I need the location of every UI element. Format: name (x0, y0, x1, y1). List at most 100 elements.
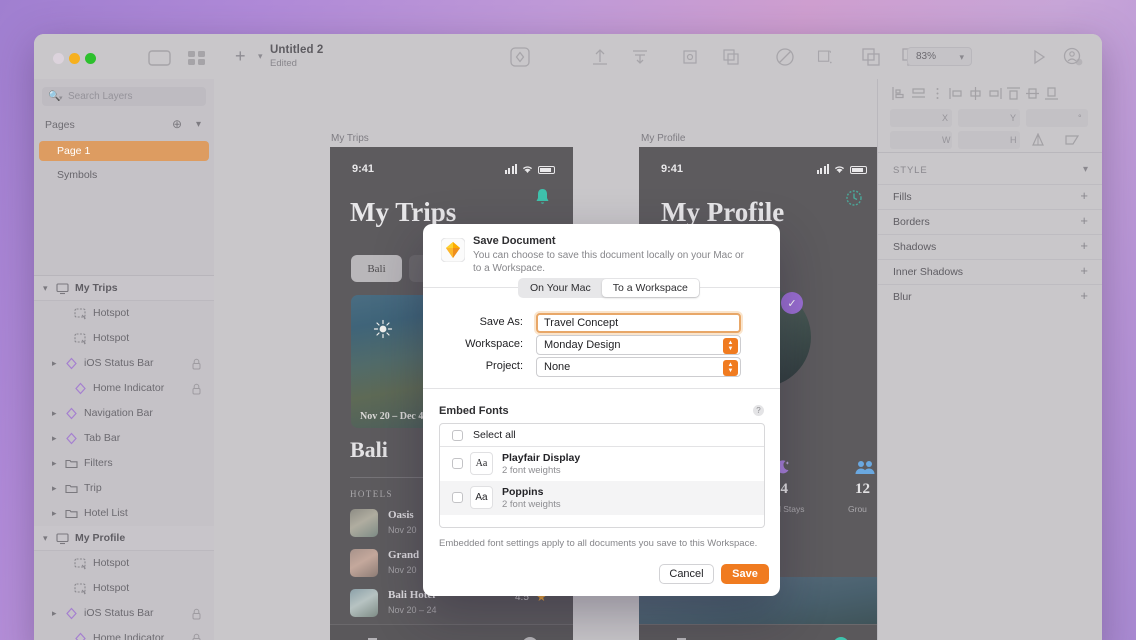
page-item-symbols[interactable]: Symbols (39, 165, 209, 185)
style-row-shadows[interactable]: Shadows + (878, 234, 1102, 259)
disclosure-chevron-icon[interactable]: ▸ (52, 483, 57, 494)
font-row-playfair-display[interactable]: Aa Playfair Display 2 font weights (440, 447, 764, 481)
canvas-view-icon[interactable] (145, 48, 174, 67)
preview-play-icon[interactable] (1027, 46, 1049, 68)
page-item-page-1[interactable]: Page 1 (39, 141, 209, 161)
layer-row-ios-status-bar[interactable]: ▸ iOS Status Bar (34, 351, 214, 376)
layer-row-hotspot[interactable]: Hotspot (34, 301, 214, 326)
search-input[interactable]: 🔍 ▾ Search Layers (42, 87, 206, 106)
layer-row-hotspot[interactable]: Hotspot (34, 576, 214, 601)
lock-icon[interactable] (192, 632, 201, 640)
layer-row-hotspot[interactable]: Hotspot (34, 326, 214, 351)
lock-icon[interactable] (192, 357, 201, 370)
font-checkbox[interactable] (452, 458, 463, 469)
flip-horizontal-icon[interactable] (1030, 133, 1046, 147)
window-minimize-button[interactable] (69, 53, 80, 64)
layer-row-tab-bar[interactable]: ▸ Tab Bar (34, 426, 214, 451)
hotels-icon[interactable] (366, 636, 384, 640)
layer-row-hotspot[interactable]: Hotspot (34, 551, 214, 576)
style-section-header[interactable]: STYLE ▾ (878, 159, 1102, 184)
grid-view-icon[interactable] (186, 48, 208, 67)
chevron-down-icon[interactable]: ▾ (1083, 164, 1088, 175)
align-left-icon[interactable] (890, 86, 909, 101)
style-row-blur[interactable]: Blur + (878, 284, 1102, 309)
flip-vertical-icon[interactable] (1064, 133, 1080, 147)
disclosure-chevron-icon[interactable]: ▸ (52, 358, 57, 369)
flights-icon[interactable] (442, 636, 462, 640)
artboard-label-my-trips[interactable]: My Trips (331, 133, 369, 144)
insert-button[interactable]: + (235, 47, 246, 65)
add-icon[interactable]: + (1080, 189, 1088, 203)
add-icon[interactable]: + (1080, 214, 1088, 228)
chevron-down-icon[interactable]: ▾ (196, 119, 201, 130)
cancel-button[interactable]: Cancel (659, 564, 714, 584)
transform-icon[interactable] (679, 46, 701, 68)
align-top-edge-icon[interactable] (947, 86, 966, 101)
layer-row-hotel-list[interactable]: ▸ Hotel List (34, 501, 214, 526)
add-icon[interactable]: + (1080, 289, 1088, 303)
project-select[interactable]: None ▲ ▼ (536, 357, 741, 377)
flights-icon[interactable] (752, 636, 772, 640)
save-as-input[interactable]: Travel Concept (536, 313, 741, 333)
disclosure-chevron-icon[interactable]: ▾ (43, 533, 48, 544)
add-icon[interactable]: + (1080, 264, 1088, 278)
zoom-select[interactable]: 83% ▾ (907, 47, 972, 66)
tab-on-your-mac[interactable]: On Your Mac (519, 279, 602, 297)
style-row-fills[interactable]: Fills + (878, 184, 1102, 209)
hotel-thumbnail[interactable] (350, 589, 378, 617)
save-document-dialog[interactable]: Save Document You can choose to save thi… (423, 224, 780, 596)
select-all-row[interactable]: Select all (440, 424, 764, 447)
align-middle-icon[interactable] (1023, 86, 1042, 101)
embed-fonts-table[interactable]: Select all Aa Playfair Display 2 font we… (439, 423, 765, 528)
style-row-inner-shadows[interactable]: Inner Shadows + (878, 259, 1102, 284)
hotel-thumbnail[interactable] (350, 509, 378, 537)
align-top-icon[interactable] (1004, 86, 1023, 101)
disclosure-chevron-icon[interactable]: ▾ (43, 283, 48, 294)
add-page-icon[interactable]: ⊕ (172, 118, 182, 131)
font-row-poppins[interactable]: Aa Poppins 2 font weights (440, 481, 764, 515)
add-icon[interactable]: + (1080, 239, 1088, 253)
save-button[interactable]: Save (721, 564, 769, 584)
save-location-segmented-control[interactable]: On Your Mac To a Workspace (518, 278, 700, 298)
window-maximize-button[interactable] (85, 53, 96, 64)
workspace-select[interactable]: Monday Design ▲ ▼ (536, 335, 741, 355)
style-row-borders[interactable]: Borders + (878, 209, 1102, 234)
disclosure-chevron-icon[interactable]: ▸ (52, 508, 57, 519)
boolean-subtract-icon[interactable] (816, 46, 838, 68)
layer-row-home-indicator[interactable]: Home Indicator (34, 626, 214, 640)
layer-row-ios-status-bar[interactable]: ▸ iOS Status Bar (34, 601, 214, 626)
profile-icon[interactable] (521, 636, 539, 640)
share-icon[interactable] (1062, 46, 1084, 68)
select-all-checkbox[interactable] (452, 430, 463, 441)
artboard-label-my-profile[interactable]: My Profile (641, 133, 685, 144)
font-checkbox[interactable] (452, 492, 463, 503)
align-bottom-icon[interactable] (1042, 86, 1061, 101)
disclosure-chevron-icon[interactable]: ▸ (52, 458, 57, 469)
align-top-icon[interactable] (589, 46, 611, 68)
symbol-icon[interactable] (509, 46, 531, 68)
hotel-thumbnail[interactable] (350, 549, 378, 577)
workspace-stepper-icon[interactable]: ▲ ▼ (723, 338, 738, 354)
boolean-intersect-icon[interactable] (860, 46, 882, 68)
layer-row-navigation-bar[interactable]: ▸ Navigation Bar (34, 401, 214, 426)
layer-row-home-indicator[interactable]: Home Indicator (34, 376, 214, 401)
align-right-edge-icon[interactable] (985, 86, 1004, 101)
notifications-bell-icon[interactable] (1098, 46, 1102, 68)
lock-icon[interactable] (192, 607, 201, 620)
help-icon[interactable]: ? (753, 405, 764, 416)
profile-icon[interactable] (832, 636, 850, 640)
insert-chevron-icon[interactable]: ▾ (258, 51, 263, 62)
layer-row-trip[interactable]: ▸ Trip (34, 476, 214, 501)
boolean-union-icon[interactable] (774, 46, 796, 68)
lock-icon[interactable] (192, 382, 201, 395)
disclosure-chevron-icon[interactable]: ▸ (52, 433, 57, 444)
align-center-h-icon[interactable] (909, 86, 928, 101)
disclosure-chevron-icon[interactable]: ▸ (52, 608, 57, 619)
disclosure-chevron-icon[interactable]: ▸ (52, 408, 57, 419)
distribute-icon[interactable] (629, 46, 651, 68)
layer-row-my-trips[interactable]: ▾ My Trips (34, 276, 214, 301)
layer-row-filters[interactable]: ▸ Filters (34, 451, 214, 476)
hotels-icon[interactable] (675, 636, 693, 640)
filter-chip-bali[interactable]: Bali (351, 255, 402, 282)
alignment-toolbar[interactable] (878, 79, 1102, 107)
